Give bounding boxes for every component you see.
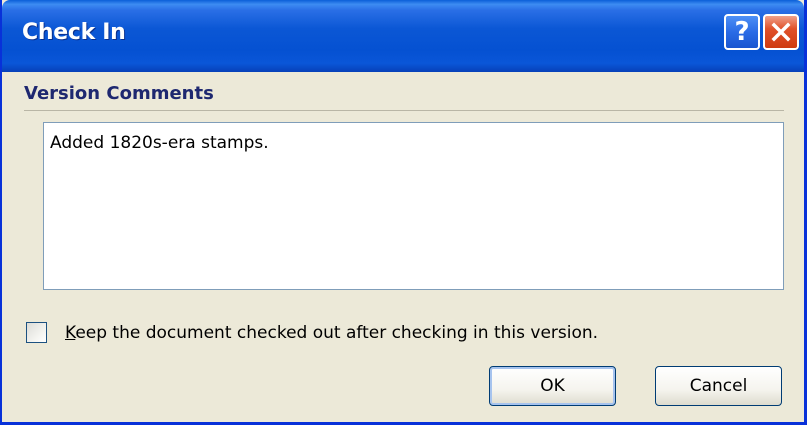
ok-button-label: OK — [540, 376, 565, 396]
cancel-button-label: Cancel — [689, 376, 748, 396]
version-comments-header: Version Comments — [24, 83, 784, 111]
version-comments-input[interactable]: Added 1820s-era stamps. — [43, 122, 784, 290]
cancel-button[interactable]: Cancel — [655, 366, 782, 406]
access-key: K — [65, 322, 76, 343]
keep-checked-out-label[interactable]: Keep the document checked out after chec… — [65, 323, 598, 343]
ok-button[interactable]: OK — [489, 366, 616, 406]
close-icon — [771, 22, 791, 42]
title-bar[interactable]: Check In ? — [2, 0, 804, 72]
window-title: Check In — [22, 20, 126, 45]
help-button[interactable]: ? — [724, 14, 760, 50]
check-in-dialog: Check In ? Version Comments Added 1820s-… — [0, 0, 807, 425]
close-button[interactable] — [763, 14, 799, 50]
label-rest: eep the document checked out after check… — [75, 322, 599, 343]
keep-checked-out-checkbox[interactable] — [26, 322, 47, 343]
keep-checked-out-option[interactable]: Keep the document checked out after chec… — [26, 322, 598, 343]
help-icon: ? — [734, 17, 750, 47]
section-title: Version Comments — [24, 83, 214, 104]
